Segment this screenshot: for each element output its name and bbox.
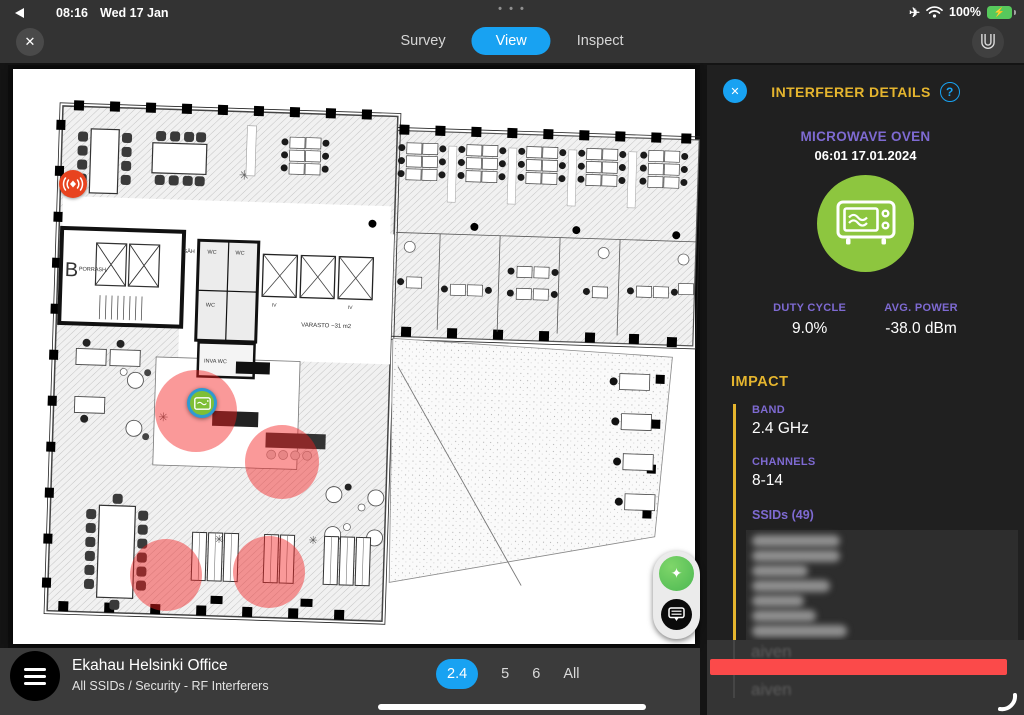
microwave-mini-icon — [194, 397, 211, 410]
band-selector: 2.4 5 6 All — [436, 659, 579, 689]
interference-heat-circle — [245, 425, 319, 499]
status-bar: 08:16 Wed 17 Jan • • • ✈ 100% ⚡ — [0, 0, 1024, 26]
band-5[interactable]: 5 — [501, 666, 509, 682]
map-markers-layer — [8, 65, 700, 648]
band-2-4[interactable]: 2.4 — [436, 659, 478, 689]
interference-heat-circle — [233, 536, 305, 608]
interferer-type: MICROWAVE OVEN — [707, 129, 1024, 144]
interferer-timestamp: 06:01 17.01.2024 — [707, 148, 1024, 163]
close-project-button[interactable]: ✕ — [16, 28, 44, 56]
channels-label: CHANNELS — [752, 456, 1004, 468]
stat-value: -38.0 dBm — [884, 320, 958, 338]
tab-inspect[interactable]: Inspect — [563, 27, 638, 55]
note-button[interactable] — [661, 599, 692, 630]
ssid-blur-list — [746, 530, 1018, 645]
ssid-blurred-row — [752, 595, 804, 607]
panel-bottom-strip: aiven aiven — [707, 640, 1024, 715]
sparkle-icon: ✦ — [671, 565, 683, 582]
ssid-blurred-row — [752, 610, 816, 622]
menu-button[interactable] — [10, 651, 60, 701]
floor-plan-canvas: B PORRASH. SÄH WC WC WC INVA WC — [13, 69, 695, 644]
status-date: Wed 17 Jan — [100, 6, 169, 20]
selected-interferer-marker[interactable] — [187, 388, 217, 418]
sidekick-u-icon — [979, 31, 997, 53]
interferer-details-panel: ✕ INTERFERER DETAILS ? MICROWAVE OVEN 06… — [707, 65, 1024, 715]
ssids-label: SSIDs (49) — [752, 508, 1004, 522]
stat-value: 9.0% — [773, 320, 846, 338]
band-6[interactable]: 6 — [532, 666, 540, 682]
interference-heat-circle — [130, 539, 202, 611]
ssid-blurred-row — [752, 580, 830, 592]
panel-title: INTERFERER DETAILS — [771, 84, 930, 100]
ssid-blurred-row — [752, 625, 847, 637]
help-button[interactable]: ? — [940, 82, 960, 102]
stat-label: AVG. POWER — [884, 302, 958, 314]
band-value: 2.4 GHz — [752, 420, 1004, 438]
band-label: BAND — [752, 404, 1004, 416]
loading-arc-icon — [997, 690, 1019, 712]
tab-survey[interactable]: Survey — [386, 27, 459, 55]
stat-avg-power: AVG. POWER -38.0 dBm — [884, 302, 958, 338]
view-subtitle: All SSIDs / Security - RF Interferers — [72, 679, 269, 693]
mode-tabs: Survey View Inspect — [386, 27, 637, 55]
map-action-pill: ✦ — [653, 551, 700, 639]
ssid-blurred-row — [752, 535, 840, 547]
home-indicator[interactable] — [378, 704, 646, 710]
impact-section: BAND 2.4 GHz CHANNELS 8-14 SSIDs (49) — [733, 404, 1004, 645]
ssid-blurred-row — [752, 550, 840, 562]
hamburger-icon — [24, 668, 46, 671]
wifi-icon — [926, 6, 943, 18]
airplane-mode-icon: ✈ — [909, 6, 920, 19]
multitask-dots-icon[interactable]: • • • — [498, 3, 526, 15]
panel-close-button[interactable]: ✕ — [723, 79, 747, 103]
stat-duty-cycle: DUTY CYCLE 9.0% — [773, 302, 846, 338]
project-title: Ekahau Helsinki Office — [72, 657, 228, 675]
ssid-item: aiven — [751, 680, 792, 700]
battery-icon: ⚡ — [987, 6, 1012, 19]
sidekick-button[interactable] — [972, 26, 1004, 58]
note-bubble-icon — [668, 607, 685, 622]
top-bar: 08:16 Wed 17 Jan • • • ✈ 100% ⚡ ✕ Survey… — [0, 0, 1024, 63]
battery-percent: 100% — [949, 5, 981, 19]
impact-heading: IMPACT — [731, 374, 1024, 390]
ssid-blurred-row — [752, 565, 808, 577]
interferer-stats: DUTY CYCLE 9.0% AVG. POWER -38.0 dBm — [707, 302, 1024, 338]
status-time: 08:16 — [56, 6, 88, 20]
floor-plan-view[interactable]: B PORRASH. SÄH WC WC WC INVA WC — [8, 65, 700, 648]
tab-view[interactable]: View — [472, 27, 551, 55]
channels-value: 8-14 — [752, 472, 1004, 490]
band-all[interactable]: All — [563, 666, 579, 682]
ai-assist-button[interactable]: ✦ — [659, 556, 694, 591]
rf-interference-icon — [59, 170, 87, 198]
interferer-dot-marker[interactable] — [59, 170, 87, 198]
redacted-alert-bar — [710, 659, 1007, 675]
back-icon[interactable] — [15, 8, 24, 18]
stat-label: DUTY CYCLE — [773, 302, 846, 314]
interferer-icon-badge — [817, 175, 914, 272]
microwave-icon — [836, 200, 896, 247]
